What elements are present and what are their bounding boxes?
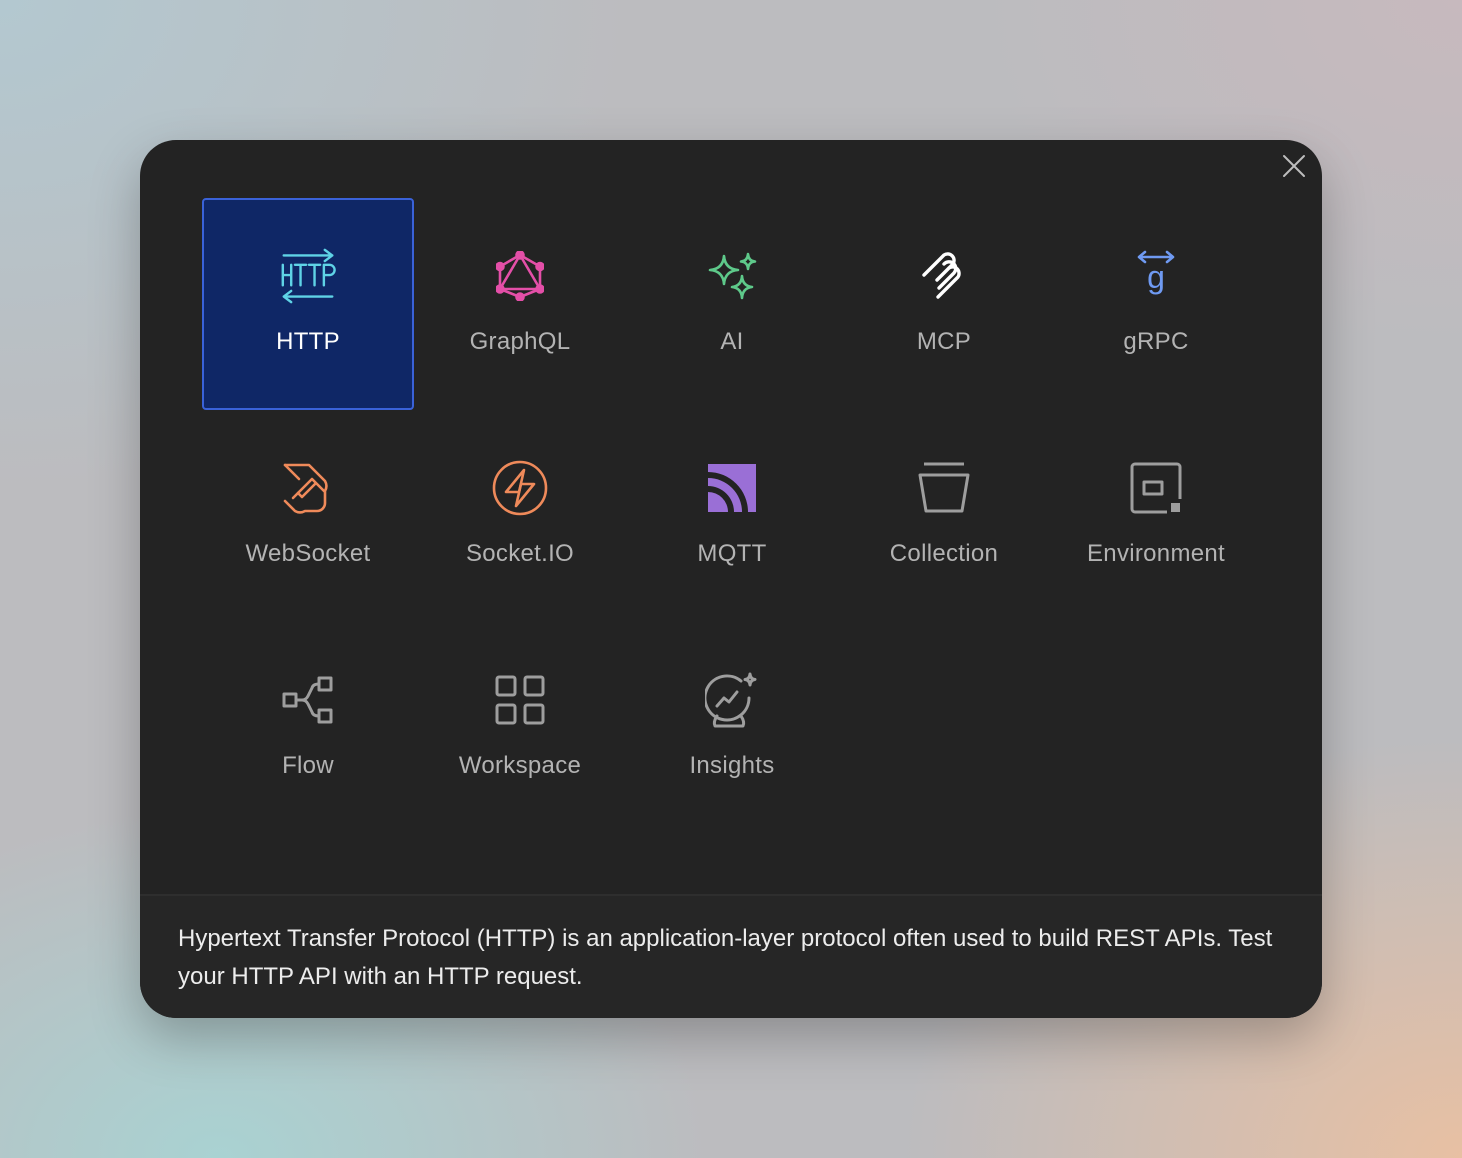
- close-icon: [1283, 155, 1305, 177]
- tile-grpc[interactable]: g gRPC: [1050, 198, 1262, 410]
- websocket-icon: [280, 460, 336, 516]
- tile-graphql[interactable]: GraphQL: [414, 198, 626, 410]
- tile-label: Socket.IO: [465, 540, 575, 567]
- collection-icon: [916, 460, 972, 516]
- tile-socketio[interactable]: Socket.IO: [414, 410, 626, 622]
- tile-environment[interactable]: Environment: [1050, 410, 1262, 622]
- tile-mqtt[interactable]: MQTT: [626, 410, 838, 622]
- description-text: Hypertext Transfer Protocol (HTTP) is an…: [178, 925, 1273, 990]
- socketio-icon: [492, 460, 548, 516]
- tile-label: MCP: [916, 328, 972, 355]
- tile-label: Insights: [689, 752, 775, 779]
- tile-label: gRPC: [1123, 328, 1189, 355]
- mcp-icon: [916, 248, 972, 304]
- environment-icon: [1128, 460, 1184, 516]
- tile-collection[interactable]: Collection: [838, 410, 1050, 622]
- tile-ai[interactable]: AI: [626, 198, 838, 410]
- tile-label: MQTT: [697, 540, 767, 567]
- mqtt-icon: [704, 460, 760, 516]
- tile-label: Collection: [889, 540, 999, 567]
- tile-flow[interactable]: Flow: [202, 622, 414, 834]
- item-grid: HTTP GraphQL AI MCP g gRPC WebSocket Soc…: [202, 198, 1262, 834]
- tile-mcp[interactable]: MCP: [838, 198, 1050, 410]
- tile-label: Environment: [1086, 540, 1226, 567]
- close-button[interactable]: [1280, 152, 1308, 180]
- graphql-icon: [492, 248, 548, 304]
- tile-websocket[interactable]: WebSocket: [202, 410, 414, 622]
- tile-label: WebSocket: [245, 540, 371, 567]
- tile-insights[interactable]: Insights: [626, 622, 838, 834]
- ai-sparkles-icon: [704, 248, 760, 304]
- create-new-modal: HTTP GraphQL AI MCP g gRPC WebSocket Soc…: [140, 140, 1322, 1018]
- workspace-icon: [492, 672, 548, 728]
- svg-text:g: g: [1147, 259, 1165, 295]
- description-footer: Hypertext Transfer Protocol (HTTP) is an…: [140, 894, 1322, 1018]
- tile-label: Workspace: [458, 752, 582, 779]
- tile-label: GraphQL: [469, 328, 571, 355]
- tile-label: Flow: [282, 752, 334, 779]
- tile-label: HTTP: [276, 328, 340, 355]
- grpc-icon: g: [1128, 248, 1184, 304]
- http-icon: [280, 248, 336, 304]
- flow-icon: [280, 672, 336, 728]
- tile-workspace[interactable]: Workspace: [414, 622, 626, 834]
- tile-label: AI: [720, 328, 744, 355]
- tile-http[interactable]: HTTP: [202, 198, 414, 410]
- insights-icon: [704, 672, 760, 728]
